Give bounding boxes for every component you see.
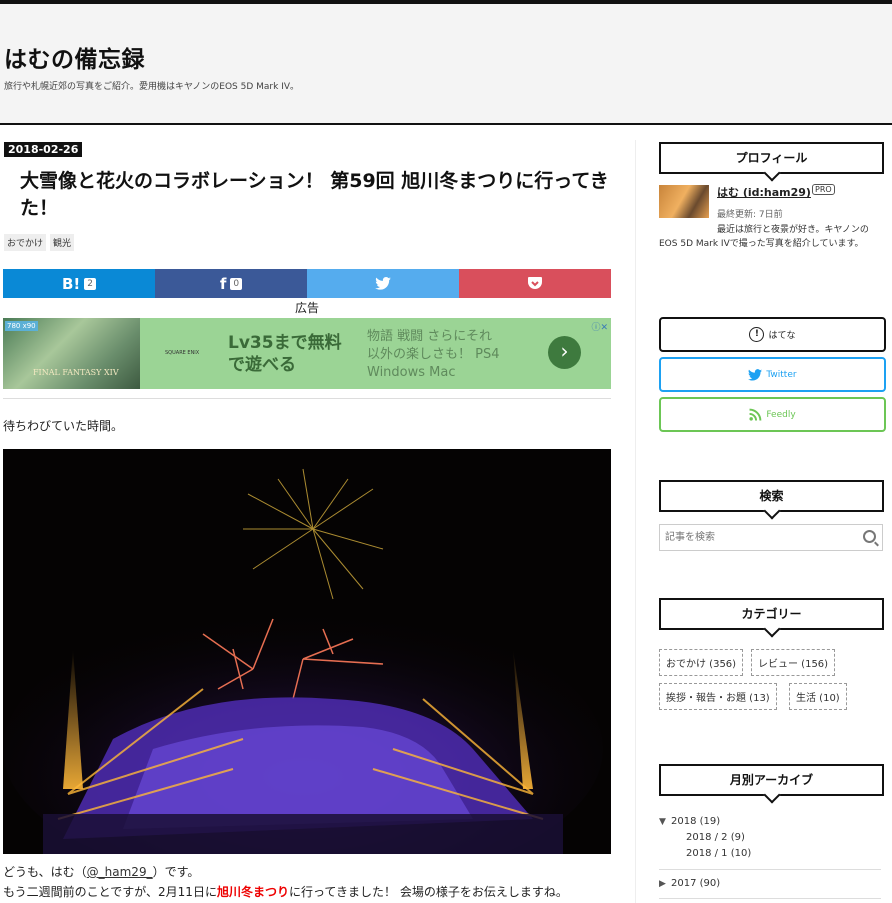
intro-text: 待ちわびていた時間。 xyxy=(3,419,124,433)
category-review[interactable]: レビュー (156) xyxy=(751,649,836,676)
ad-main-copy[interactable]: Lv35まで無料 で遊べる xyxy=(228,332,342,376)
category-module-title: カテゴリー xyxy=(659,598,884,630)
category-life[interactable]: 生活 (10) xyxy=(789,683,847,710)
body-post: に行ってきました！ 会場の様子をお伝えしますね。 xyxy=(288,885,568,899)
archive-divider xyxy=(659,869,881,870)
pro-badge: PRO xyxy=(812,184,835,195)
pocket-save-button[interactable] xyxy=(459,269,611,298)
ad-label: 広告 xyxy=(294,301,319,315)
follow-hatena-label: はてな xyxy=(768,331,796,341)
profile-bio: 最近は旅行と夜景が好き。キヤノンのEOS 5D Mark IVで撮った写真を紹介… xyxy=(659,225,869,249)
paragraph-body: もう二週間前のことですが、2月11日に旭川冬まつりに行ってきました！ 会場の様子… xyxy=(3,883,568,900)
archive-module-title: 月別アーカイブ xyxy=(659,764,884,796)
facebook-share-button[interactable]: f 0 xyxy=(155,269,307,298)
follow-twitter-label: Twitter xyxy=(766,369,797,380)
archive-divider-bottom xyxy=(659,898,881,899)
rss-icon xyxy=(749,408,762,421)
sidebar: プロフィール はむ (id:ham29) PRO 最終更新: 7日前 最近は旅行… xyxy=(656,130,892,903)
last-updated: 最終更新: 7日前 xyxy=(717,210,783,220)
photo-illustration xyxy=(3,449,611,854)
search-box xyxy=(659,524,883,551)
search-icon[interactable] xyxy=(863,530,876,543)
ad-game-logo: FINAL FANTASY XIV xyxy=(33,368,119,377)
tag-odekake[interactable]: おでかけ xyxy=(4,234,47,251)
twitter-bird-icon xyxy=(375,277,391,290)
snow-sculpture-fireworks-photo[interactable] xyxy=(3,449,611,854)
archive-year-2017-label[interactable]: 2017 (90) xyxy=(671,878,720,889)
archive-month-2018-2[interactable]: 2018 / 2 (9) xyxy=(686,832,745,843)
search-input[interactable] xyxy=(660,526,860,549)
entry-date[interactable]: 2018-02-26 xyxy=(4,142,83,157)
festival-highlight: 旭川冬まつり xyxy=(216,885,289,899)
entry-title[interactable]: 大雪像と花火のコラボレーション！ 第59回 旭川冬まつりに行ってきた！ xyxy=(20,168,610,222)
follow-feedly-label: Feedly xyxy=(766,409,796,420)
body-pre: もう二週間前のことですが、2月11日に xyxy=(3,885,217,899)
hatena-bookmark-icon: B! xyxy=(61,274,81,293)
blog-description: 旅行や札幌近郊の写真をご紹介。愛用機はキヤノンのEOS 5D Mark IV。 xyxy=(4,82,300,92)
hatena-bookmark-button[interactable]: B! 2 xyxy=(3,269,155,298)
search-module-title: 検索 xyxy=(659,480,884,512)
divider xyxy=(3,398,611,399)
follow-feedly-button[interactable]: Feedly xyxy=(659,397,886,432)
archive-year-2018[interactable]: ▼ 2018 (19) xyxy=(659,816,720,827)
tag-kanko[interactable]: 観光 xyxy=(50,234,75,251)
greeting-pre: どうも、はむ（ xyxy=(3,865,87,879)
ad-size-badge: 780 x90 xyxy=(5,321,38,331)
share-bar: B! 2 f 0 xyxy=(3,269,611,298)
ad-close-icon[interactable]: ⓘ✕ xyxy=(591,320,608,333)
ad-maker-logo: SQUARE ENIX xyxy=(165,350,200,356)
blog-title[interactable]: はむの備忘録 xyxy=(4,40,145,74)
follow-hatena-button[interactable]: ! はてな xyxy=(659,317,886,352)
triangle-right-icon[interactable]: ▶ xyxy=(659,879,671,889)
hatena-count: 2 xyxy=(84,277,96,290)
facebook-icon: f xyxy=(219,274,227,293)
avatar[interactable] xyxy=(659,185,709,218)
site-header: はむの備忘録 旅行や札幌近郊の写真をご紹介。愛用機はキヤノンのEOS 5D Ma… xyxy=(0,4,892,125)
category-greetings[interactable]: 挨拶・報告・お題 (13) xyxy=(659,683,777,710)
ad-arrow-button[interactable]: › xyxy=(548,336,581,369)
ad-sub-copy[interactable]: 物語 戦闘 さらにそれ 以外の楽しさも！ PS4 Windows Mac xyxy=(367,328,500,382)
twitter-share-button[interactable] xyxy=(307,269,459,298)
pocket-icon xyxy=(528,277,542,289)
archive-year-2018-label[interactable]: 2018 (19) xyxy=(671,816,720,827)
category-odekake[interactable]: おでかけ (356) xyxy=(659,649,744,676)
ad-banner[interactable]: 780 x90 FINAL FANTASY XIV SQUARE ENIX Lv… xyxy=(3,318,611,389)
profile-module-title: プロフィール xyxy=(659,142,884,174)
greeting-post: ）です。 xyxy=(152,865,200,879)
archive-year-2017[interactable]: ▶ 2017 (90) xyxy=(659,878,720,889)
paragraph-greeting: どうも、はむ（@_ham29_）です。 xyxy=(3,863,199,880)
twitter-handle-link[interactable]: @_ham29_ xyxy=(87,865,153,879)
hatena-icon: ! xyxy=(749,327,765,342)
twitter-icon xyxy=(748,368,763,381)
follow-twitter-button[interactable]: Twitter xyxy=(659,357,886,392)
entry-article: 2018-02-26 大雪像と花火のコラボレーション！ 第59回 旭川冬まつりに… xyxy=(0,130,620,903)
triangle-down-icon[interactable]: ▼ xyxy=(659,817,671,827)
profile-username-link[interactable]: はむ (id:ham29) xyxy=(717,184,811,200)
ad-game-image[interactable]: 780 x90 FINAL FANTASY XIV xyxy=(3,318,140,389)
archive-month-2018-1[interactable]: 2018 / 1 (10) xyxy=(686,848,751,859)
facebook-count: 0 xyxy=(230,277,243,290)
entry-tags: おでかけ 観光 xyxy=(4,234,75,251)
column-divider xyxy=(635,140,636,903)
